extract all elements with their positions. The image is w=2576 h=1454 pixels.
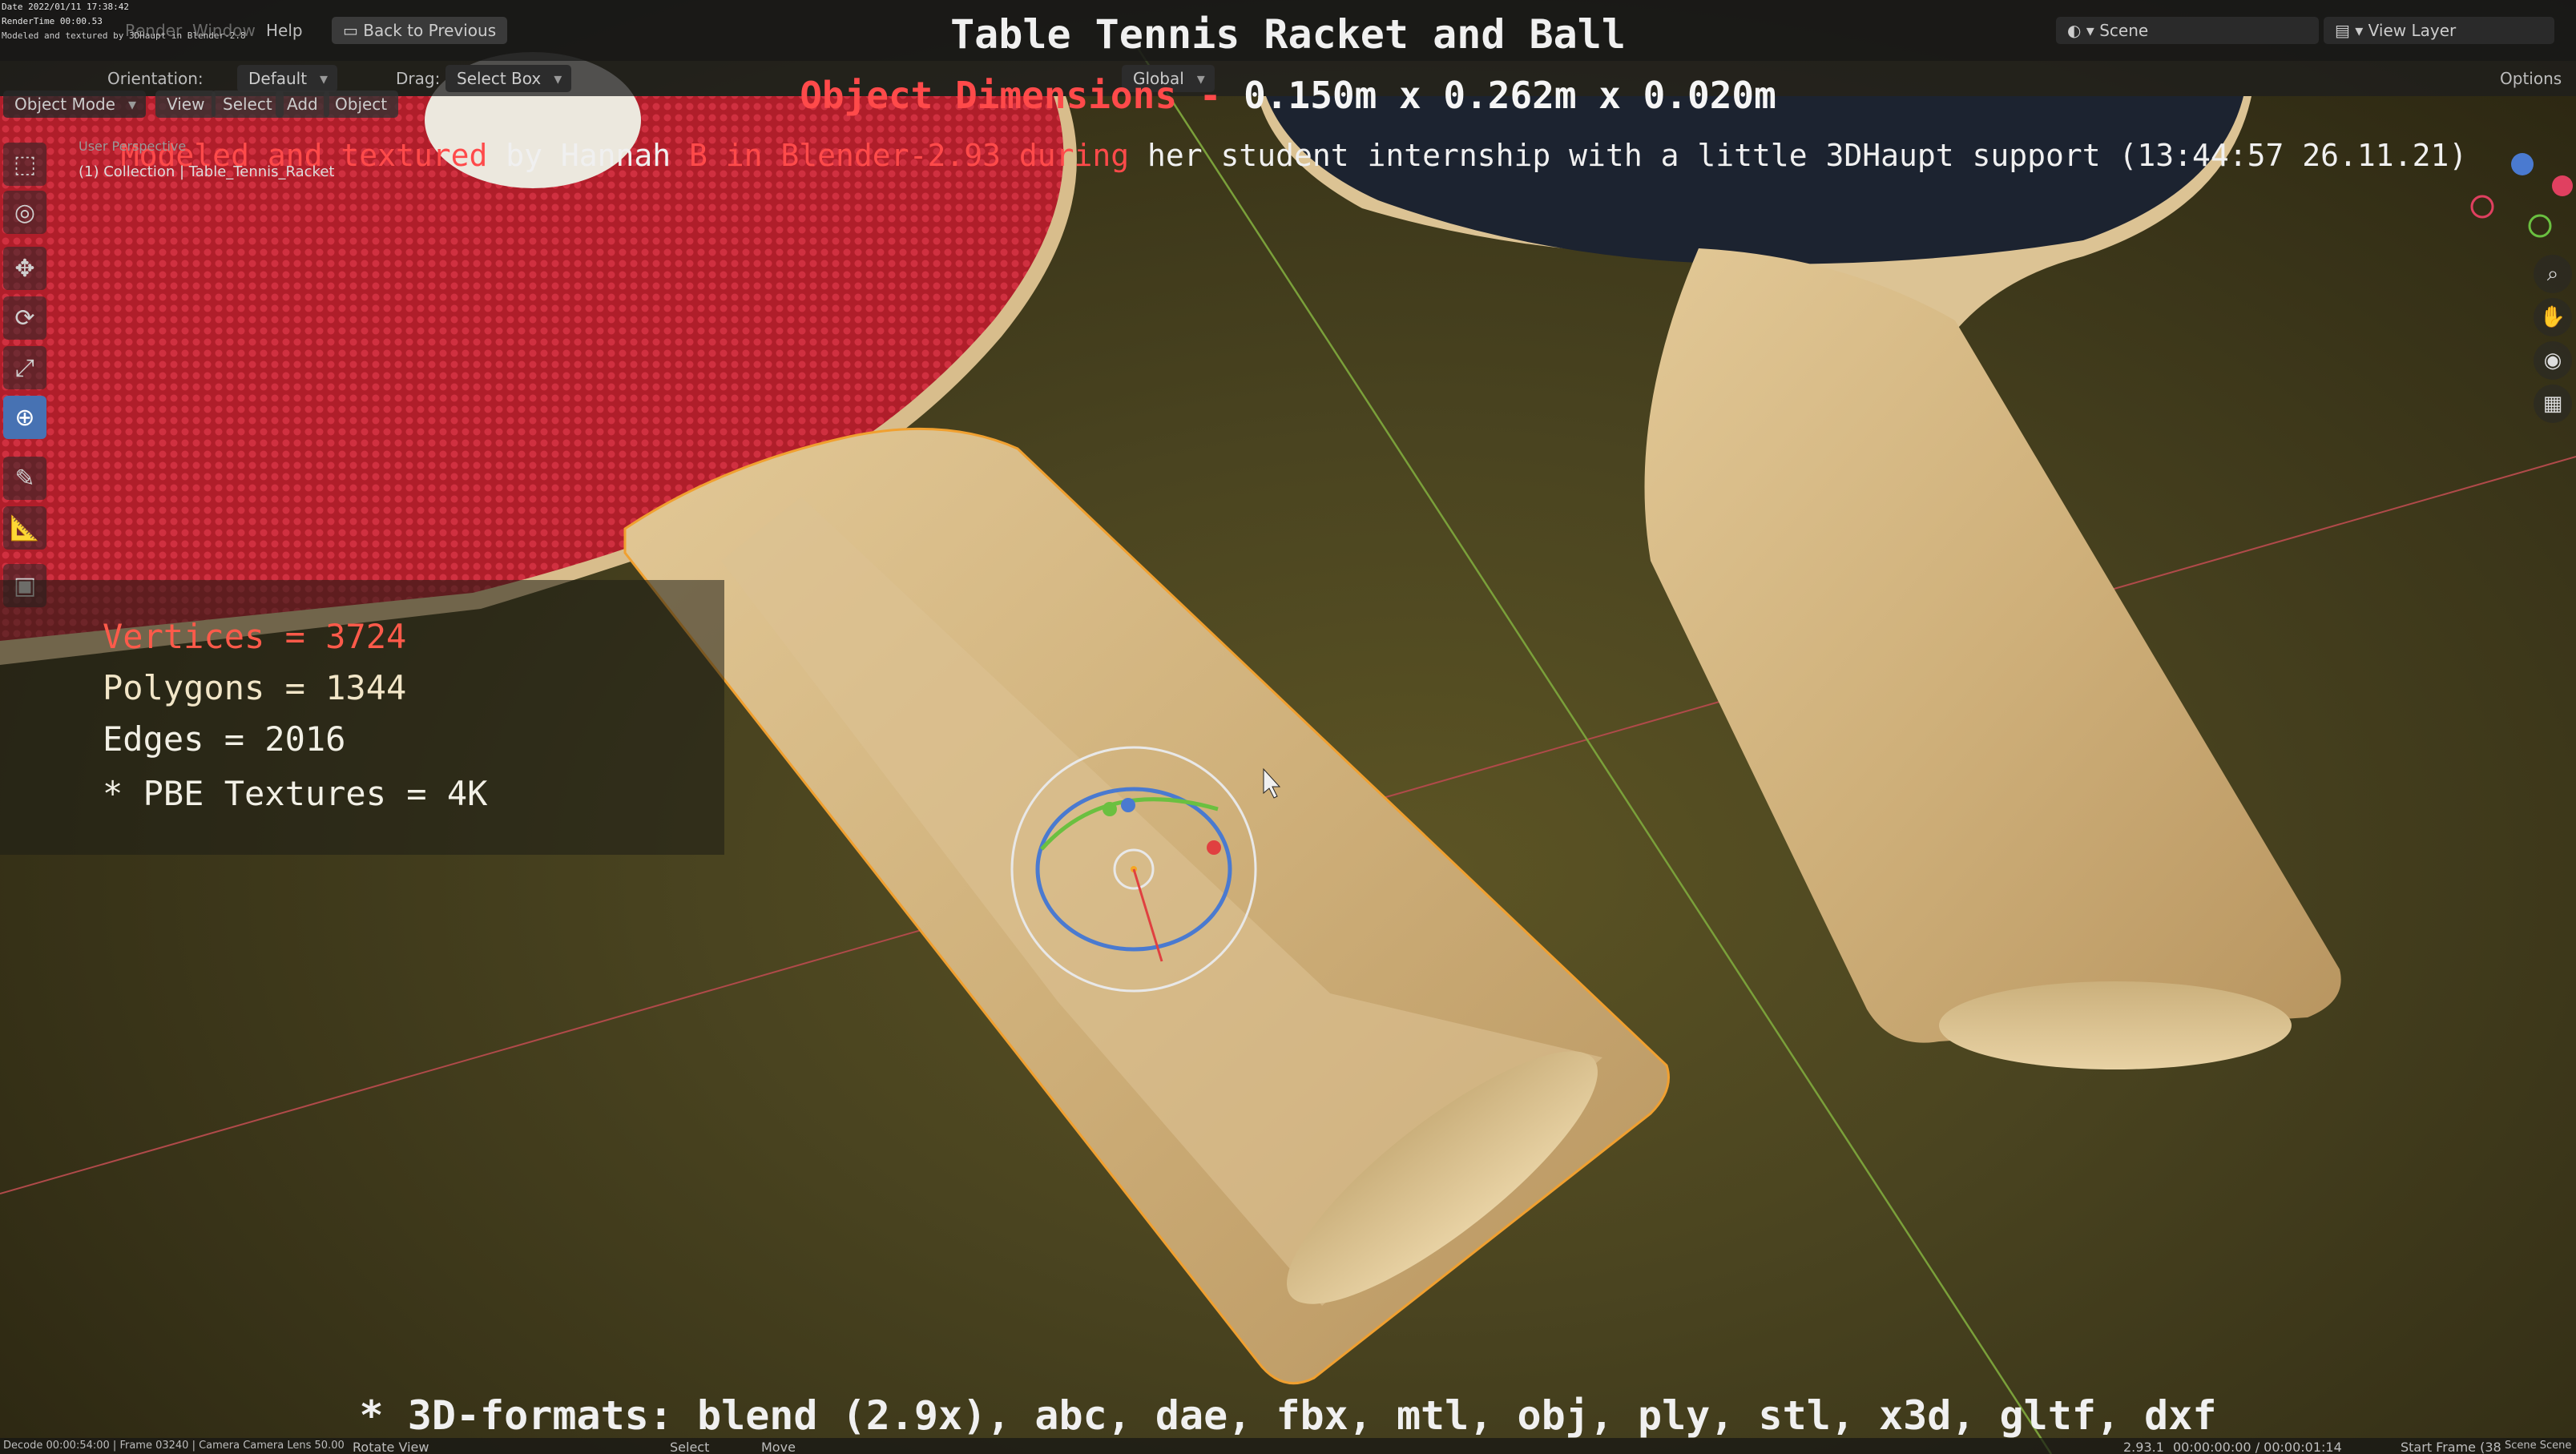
menu-view[interactable]: View (155, 91, 216, 118)
credit-white-2: her student internship with a little 3DH… (1129, 138, 2468, 173)
status-select: Select (670, 1440, 710, 1454)
menu-add[interactable]: Add (276, 91, 329, 118)
stat-vertices: Vertices = 3724 (103, 617, 407, 656)
menu-select[interactable]: Select (212, 91, 284, 118)
collection-label: (1) Collection | Table_Tennis_Racket (79, 163, 335, 180)
formats-line: * 3D-formats: blend (2.9x), abc, dae, fb… (359, 1392, 2217, 1439)
status-version: 2.93.1 (2123, 1440, 2164, 1454)
perspective-label: User Perspective (79, 139, 187, 154)
scale-icon[interactable]: ⤢ (3, 346, 46, 389)
status-left: Decode 00:00:54:00 | Frame 03240 | Camer… (3, 1440, 345, 1452)
layers-icon: ▤ ▾ (2335, 21, 2368, 40)
credit-red-2: B in Blender-2.93 during (689, 138, 1130, 173)
camera-view-icon[interactable]: ◉ (2534, 341, 2572, 380)
object-mode-dropdown[interactable]: Object Mode (3, 91, 146, 118)
status-start-frame: Start Frame (38 (2401, 1440, 2501, 1454)
status-scene: Scene Scene (2505, 1440, 2572, 1452)
measure-icon[interactable]: 📐 (3, 506, 46, 550)
3d-viewport[interactable]: Date 2022/01/11 17:38:42 RenderTime 00:0… (0, 0, 2576, 1454)
rotate-icon[interactable]: ⟳ (3, 296, 46, 340)
stat-polygons: Polygons = 1344 (103, 668, 407, 707)
annotate-icon[interactable]: ✎ (3, 457, 46, 500)
cursor-icon[interactable]: ◎ (3, 191, 46, 234)
view-layer-selector[interactable]: ▤ ▾ View Layer (2324, 17, 2554, 44)
dimensions-label: Object Dimensions - (800, 74, 1222, 117)
transform-icon[interactable]: ⊕ (3, 396, 46, 439)
stat-textures: * PBE Textures = 4K (103, 774, 488, 813)
status-rotate: Rotate View (353, 1440, 429, 1454)
credit-white-1: by Hannah (487, 138, 690, 173)
status-move: Move (761, 1440, 796, 1454)
scene-icon: ◐ ▾ (2067, 21, 2100, 40)
menu-object[interactable]: Object (324, 91, 399, 118)
zoom-icon[interactable]: ⌕ (2534, 255, 2572, 293)
credit-line: Modeled and textured by Hannah B in Blen… (32, 138, 2556, 173)
scene-selector[interactable]: ◐ ▾ Scene (2056, 17, 2319, 44)
status-time: 00:00:00:00 / 00:00:01:14 (2173, 1440, 2342, 1454)
dimensions-value: 0.150m x 0.262m x 0.020m (1244, 74, 1776, 117)
ortho-grid-icon[interactable]: ▦ (2534, 385, 2572, 423)
stat-edges: Edges = 2016 (103, 719, 346, 759)
hand-pan-icon[interactable]: ✋ (2534, 298, 2572, 336)
select-box-icon[interactable]: ⬚ (3, 143, 46, 186)
right-racket-handle (1644, 248, 2341, 1043)
move-icon[interactable]: ✥ (3, 247, 46, 290)
